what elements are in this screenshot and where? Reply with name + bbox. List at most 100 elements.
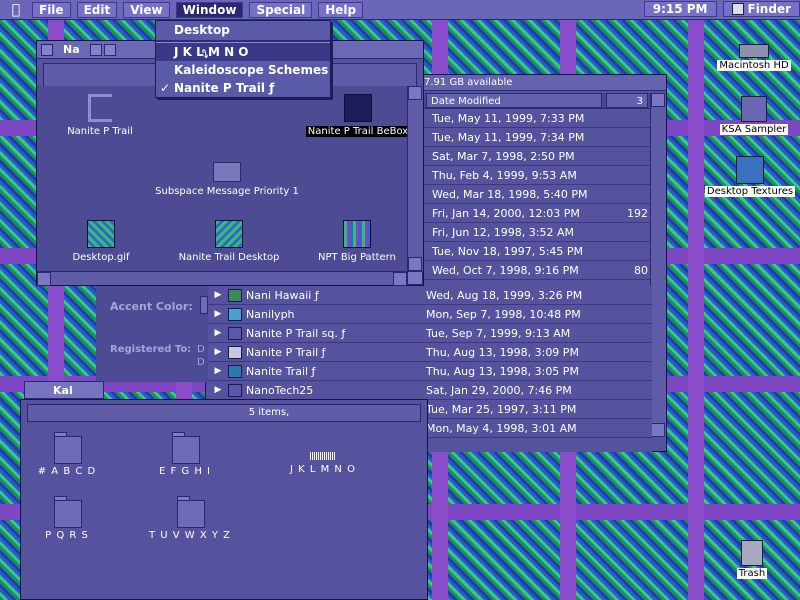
column-date-modified[interactable]: Date Modified (426, 93, 602, 108)
menu-file[interactable]: File (32, 1, 71, 18)
icon-label: NPT Big Pattern (318, 252, 396, 263)
list-vertical-scrollbar[interactable] (650, 93, 666, 437)
icon-nanite-trail-desktop[interactable]: Nanite Trail Desktop (171, 220, 287, 263)
checkmark-icon: ✓ (160, 81, 171, 95)
menu-bar:  File Edit View Window Special Help 9:1… (0, 0, 800, 20)
application-menu[interactable]: Finder (722, 1, 800, 17)
row-date: Fri, Jun 12, 1998, 3:52 AM (432, 225, 574, 239)
kal-window-tab[interactable]: Kal (24, 381, 104, 399)
file-icon (228, 288, 242, 302)
disclosure-triangle-icon[interactable]: ▶ (208, 385, 228, 395)
menu-window[interactable]: Window (175, 1, 244, 18)
folder-icon (310, 452, 336, 460)
menu-help[interactable]: Help (318, 1, 364, 18)
row-date: Tue, Nov 18, 1997, 5:45 PM (432, 244, 584, 258)
row-date: Mon, Sep 7, 1998, 10:48 PM (426, 307, 581, 321)
folder-label: P Q R S (45, 530, 89, 541)
folder-efghi[interactable]: E F G H I (145, 432, 225, 477)
file-icon (228, 326, 242, 340)
menu-clock[interactable]: 9:15 PM (643, 1, 717, 17)
list-row[interactable]: ▶ Nanilyph Mon, Sep 7, 1998, 10:48 PM (208, 305, 652, 324)
icon-subspace-message[interactable]: Subspace Message Priority 1 (147, 162, 307, 197)
window-menu-item-desktop[interactable]: Desktop (156, 21, 330, 41)
disclosure-triangle-icon[interactable]: ▶ (208, 290, 228, 300)
folder-label: # A B C D (37, 466, 97, 477)
disclosure-triangle-icon[interactable]: ▶ (208, 328, 228, 338)
icon-window-horizontal-scrollbar[interactable] (37, 271, 407, 286)
list-row[interactable]: ▶ Nanite P Trail ƒ Thu, Aug 13, 1998, 3:09… (208, 343, 652, 362)
row-date: Thu, Aug 13, 1998, 3:09 PM (426, 345, 579, 359)
window-menu-item-nanite-p-trail[interactable]: ✓ Nanite P Trail ƒ (156, 79, 330, 97)
row-date: Wed, Aug 18, 1999, 3:26 PM (426, 288, 583, 302)
list-row[interactable]: ▶ Nanite P Trail sq. ƒ Tue, Sep 7, 1999, 9… (208, 324, 652, 343)
window-menu-item-label: J K L M N O (174, 45, 249, 59)
desktop-icon-trash[interactable]: Trash (734, 540, 770, 579)
row-date: Fri, Jan 14, 2000, 12:03 PM (432, 206, 580, 220)
icon-window-vertical-scrollbar[interactable] (407, 86, 423, 271)
image-icon (87, 220, 115, 248)
image-icon (215, 220, 243, 248)
folder-tuvwxyz[interactable]: T U V W X Y Z (145, 496, 235, 541)
row-date: Tue, May 11, 1999, 7:33 PM (432, 111, 585, 125)
appearance-panel: Accent Color: Registered To: D D (96, 280, 208, 382)
desktop-icon-macintosh-hd[interactable]: Macintosh HD (716, 44, 792, 71)
scroll-up-arrow-icon[interactable] (651, 93, 665, 107)
list-row[interactable]: ▶ NanoTech25 Sat, Jan 29, 2000, 7:46 PM (208, 381, 652, 400)
row-name: Nanite P Trail ƒ (246, 345, 326, 359)
apple-menu-icon[interactable]:  (0, 2, 32, 18)
folder-label: J K L M N O (290, 464, 356, 475)
accent-color-popup[interactable] (200, 296, 208, 314)
registered-to-value: D (197, 344, 205, 355)
row-date: Tue, Sep 7, 1999, 9:13 AM (426, 326, 571, 340)
window-menu-item-label: Kaleidoscope Schemes (174, 63, 329, 77)
folder-label: E F G H I (158, 466, 211, 477)
column-size[interactable]: 3 (606, 93, 648, 108)
folder-abcd[interactable]: # A B C D (27, 432, 107, 477)
row-date: Wed, Oct 7, 1998, 9:16 PM (432, 263, 579, 277)
menu-edit[interactable]: Edit (76, 1, 118, 18)
icon-desktop-gif[interactable]: Desktop.gif (61, 220, 141, 263)
folder-icon (736, 156, 764, 184)
row-date: Thu, Feb 4, 1999, 9:53 AM (432, 168, 577, 182)
file-icon (228, 364, 242, 378)
disclosure-triangle-icon[interactable]: ▶ (208, 309, 228, 319)
collapse-box-icon[interactable] (103, 43, 116, 56)
list-row[interactable]: ▶ Nani Hawaii ƒ Wed, Aug 18, 1999, 3:26 PM (208, 286, 652, 305)
scroll-up-arrow-icon[interactable] (408, 86, 422, 100)
list-row[interactable]: ▶ Nanite Trail ƒ Thu, Aug 13, 1998, 3:05 P… (208, 362, 652, 381)
resize-grip-icon[interactable] (407, 271, 423, 285)
disclosure-triangle-icon[interactable]: ▶ (208, 347, 228, 357)
icon-npt-big-pattern[interactable]: NPT Big Pattern (309, 220, 405, 263)
folder-pqrs[interactable]: P Q R S (27, 496, 107, 541)
finder-icon (731, 3, 744, 15)
scroll-right-arrow-icon[interactable] (393, 272, 407, 286)
row-date: Mon, May 4, 1998, 3:01 AM (426, 421, 577, 435)
icon-nanite-p-trail-bebox[interactable]: Nanite P Trail BeBox (303, 94, 413, 137)
folder-icon (177, 496, 205, 528)
icon-label: Nanite Trail Desktop (178, 252, 280, 263)
registered-to-label: Registered To: (110, 344, 192, 355)
close-box-icon[interactable] (41, 43, 53, 56)
zoom-box-icon[interactable] (89, 43, 102, 56)
menu-view[interactable]: View (123, 1, 170, 18)
folder-icon (54, 496, 82, 528)
icon-nanite-p-trail[interactable]: Nanite P Trail (57, 94, 143, 137)
folder-jklmno[interactable]: J K L M N O (273, 432, 373, 475)
row-date: Tue, Mar 25, 1997, 3:11 PM (426, 402, 577, 416)
desktop-icon-desktop-textures[interactable]: Desktop Textures (704, 156, 796, 197)
row-name: Nanite P Trail sq. ƒ (246, 326, 346, 340)
file-icon (344, 94, 372, 122)
icon-label: Nanite P Trail BeBox (305, 126, 411, 137)
menu-special[interactable]: Special (249, 1, 313, 18)
scroll-left-arrow-icon[interactable] (37, 272, 51, 286)
desktop-icon-ksa-sampler[interactable]: KSA Sampler (712, 96, 796, 135)
window-menu-item-jklmno[interactable]: J K L M N O ⭛ (156, 43, 330, 61)
scroll-down-arrow-icon[interactable] (408, 257, 422, 271)
available-space-label: 7.91 GB available (424, 77, 513, 88)
scroll-down-arrow-icon[interactable] (651, 423, 665, 437)
window-menu-item-kaleidoscope-schemes[interactable]: Kaleidoscope Schemes (156, 61, 330, 79)
file-icon (88, 94, 112, 122)
item-count-label: 5 items, (248, 407, 290, 418)
file-icon (228, 383, 242, 397)
disclosure-triangle-icon[interactable]: ▶ (208, 366, 228, 376)
